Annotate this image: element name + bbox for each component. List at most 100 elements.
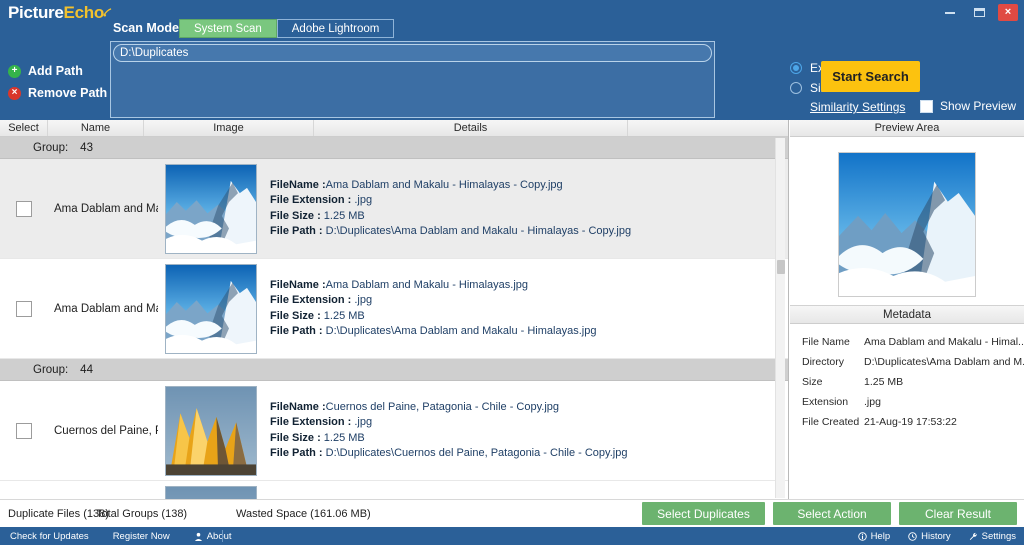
row-select-cell <box>0 300 48 317</box>
detail-line: FileName :Ama Dablam and Makalu - Himala… <box>270 278 788 294</box>
select-action-button[interactable]: Select Action <box>773 502 891 525</box>
metadata-key: Size <box>802 376 823 388</box>
remove-path-button[interactable]: × Remove Path <box>8 82 107 104</box>
person-icon <box>194 532 203 541</box>
check-for-updates-link[interactable]: Check for Updates <box>10 531 89 542</box>
add-path-button[interactable]: + Add Path <box>8 60 107 82</box>
maximize-icon <box>973 8 985 17</box>
group-number: 43 <box>80 141 93 154</box>
table-row[interactable]: Ama Dablam and Makal FileName :Ama Dablam… <box>0 159 788 259</box>
detail-line: File Path : D:\Duplicates\Cuernos del Pa… <box>270 446 788 462</box>
column-header-filler <box>628 120 788 136</box>
maximize-button[interactable] <box>969 4 989 21</box>
radio-on-icon <box>790 62 802 74</box>
metadata-row: Size 1.25 MB <box>802 372 1024 392</box>
row-image-cell <box>158 385 264 476</box>
thumbnail-image[interactable] <box>165 385 257 476</box>
about-link[interactable]: About <box>194 531 232 542</box>
metadata-value: .jpg <box>864 396 881 408</box>
plus-circle-icon: + <box>8 64 21 78</box>
detail-key: FileName : <box>270 400 326 413</box>
detail-key: FileName : <box>270 278 326 291</box>
metadata-row: File Created 21-Aug-19 17:53:22 <box>802 412 1024 432</box>
detail-line: File Path : D:\Duplicates\Ama Dablam and… <box>270 224 788 240</box>
help-link[interactable]: Help <box>857 531 890 542</box>
metadata-value: Ama Dablam and Makalu - Himal... <box>864 336 1024 348</box>
table-row[interactable]: Ama Dablam and Makal FileName :Ama Dablam… <box>0 259 788 359</box>
thumbnail-image[interactable] <box>165 263 257 354</box>
group-header-row: Group: 44 <box>0 359 788 381</box>
row-checkbox[interactable] <box>16 300 32 317</box>
detail-key: File Path : <box>270 225 323 237</box>
close-button[interactable]: × <box>998 4 1018 21</box>
thumbnail-image[interactable] <box>165 485 257 499</box>
checkbox-checked-icon <box>920 99 933 113</box>
detail-value: .jpg <box>351 194 373 206</box>
scan-mode-toggle-group: System Scan Adobe Lightroom <box>179 19 395 38</box>
detail-line: File Size : 1.25 MB <box>270 431 788 447</box>
tab-system-scan[interactable]: System Scan <box>179 19 277 38</box>
history-link[interactable]: History <box>908 531 951 542</box>
detail-line: File Extension : .jpg <box>270 415 788 431</box>
metadata-row: Extension .jpg <box>802 392 1024 412</box>
table-row[interactable]: Cuernos del Paine, PataçFileName :Cuerno… <box>0 481 788 499</box>
settings-link[interactable]: Settings <box>969 531 1016 542</box>
metadata-key: Extension <box>802 396 849 408</box>
about-label: About <box>206 530 232 542</box>
cross-circle-icon: × <box>8 86 21 100</box>
start-search-button[interactable]: Start Search <box>821 61 920 92</box>
action-buttons: Select Duplicates Select Action Clear Re… <box>642 502 1017 525</box>
column-header-details: Details <box>314 120 628 136</box>
row-checkbox[interactable] <box>16 422 32 439</box>
logo-text-picture: Picture <box>8 3 64 22</box>
detail-line: File Path : D:\Duplicates\Ama Dablam and… <box>270 324 788 340</box>
status-total-groups: Total Groups (138) <box>96 508 188 520</box>
table-row[interactable]: Cuernos del Paine, PataçFileName :Cuerno… <box>0 381 788 481</box>
app-logo: PictureEcho <box>8 3 113 23</box>
group-label: Group: <box>33 141 69 154</box>
detail-key: File Path : <box>270 325 323 337</box>
scan-mode-label: Scan Mode: <box>113 21 184 35</box>
row-name: Ama Dablam and Makal <box>54 202 158 215</box>
group-label: Group: <box>33 363 69 376</box>
metadata-value: 21-Aug-19 17:53:22 <box>864 416 957 428</box>
similarity-settings-link[interactable]: Similarity Settings <box>810 100 905 114</box>
clear-result-button[interactable]: Clear Result <box>899 502 1017 525</box>
group-number: 44 <box>80 363 93 376</box>
minimize-button[interactable] <box>940 4 960 21</box>
row-select-cell <box>0 200 48 217</box>
row-name: Cuernos del Paine, Pataç <box>54 424 158 437</box>
window-controls: × <box>940 4 1018 21</box>
list-scrollbar[interactable] <box>775 138 785 498</box>
duplicate-rows-container[interactable]: Group:43Ama Dablam and MakalFileName :Am… <box>0 137 788 499</box>
detail-key: File Extension : <box>270 194 352 206</box>
history-label: History <box>921 530 951 542</box>
status-duplicate-files: Duplicate Files (138) <box>8 508 109 520</box>
tab-adobe-lightroom[interactable]: Adobe Lightroom <box>276 19 395 38</box>
metadata-value: D:\Duplicates\Ama Dablam and M... <box>864 356 1024 368</box>
path-list[interactable]: D:\Duplicates <box>110 41 715 118</box>
bottom-bar-divider <box>222 530 223 542</box>
metadata-key: File Created <box>802 416 860 428</box>
row-details-cell: FileName :Ama Dablam and Makalu - Himala… <box>264 278 788 340</box>
remove-path-label: Remove Path <box>28 86 108 100</box>
column-header-name: Name <box>48 120 144 136</box>
detail-value: .jpg <box>351 416 373 428</box>
register-now-link[interactable]: Register Now <box>113 531 170 542</box>
select-duplicates-button[interactable]: Select Duplicates <box>642 502 765 525</box>
thumbnail-image[interactable] <box>165 163 257 254</box>
detail-value: D:\Duplicates\Cuernos del Paine, Patagon… <box>322 447 628 459</box>
show-preview-checkbox[interactable]: Show Preview <box>920 99 1016 113</box>
list-scrollbar-thumb[interactable] <box>777 260 785 274</box>
minimize-icon <box>945 11 955 14</box>
path-list-item[interactable]: D:\Duplicates <box>113 44 712 62</box>
bottom-bar-left: Check for Updates Register Now About <box>10 531 232 542</box>
detail-line: File Extension : .jpg <box>270 193 788 209</box>
detail-value: 1.25 MB <box>320 309 365 322</box>
picture-echo-window: PictureEcho × Scan Mode: System Scan Ado… <box>0 0 1024 545</box>
row-checkbox[interactable] <box>16 200 32 217</box>
add-path-label: Add Path <box>28 64 83 78</box>
row-image-cell <box>158 485 264 499</box>
settings-label: Settings <box>981 530 1016 542</box>
duplicate-list-panel: Select Name Image Details Group: 43 Ama Da… <box>0 120 789 499</box>
